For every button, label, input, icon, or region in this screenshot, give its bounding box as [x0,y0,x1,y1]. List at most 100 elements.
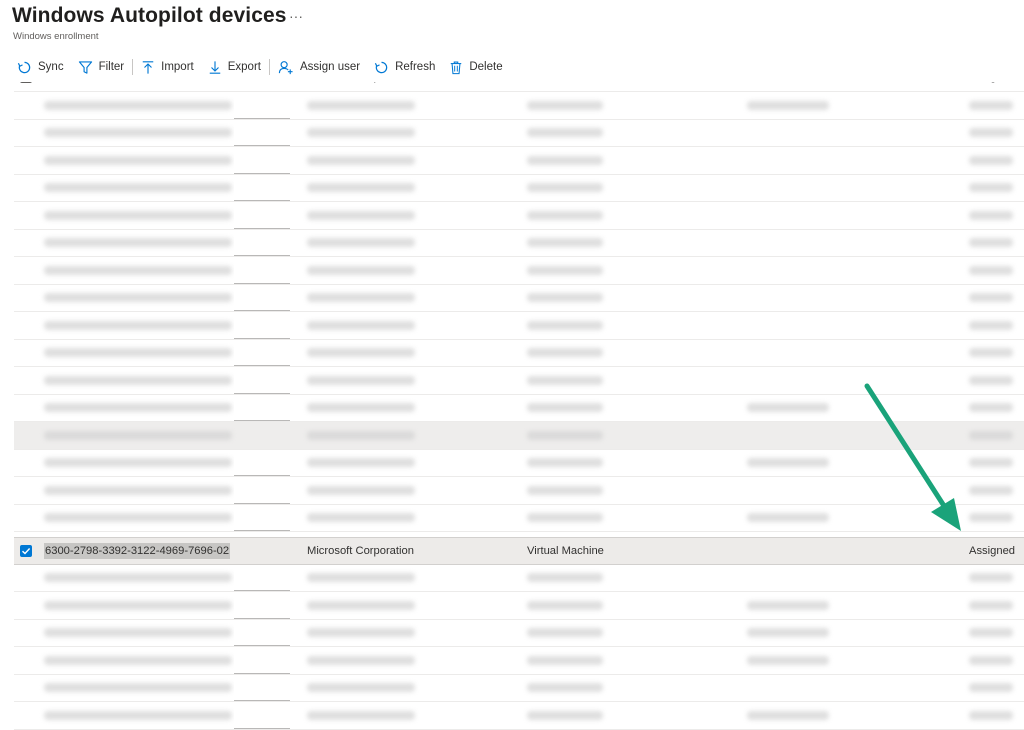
import-button[interactable]: Import [141,58,194,76]
table-row[interactable] [14,422,1024,450]
model [527,675,727,702]
inline-edit-field[interactable] [234,564,290,591]
filter-label: Filter [98,61,125,73]
manufacturer [307,147,507,174]
model [527,592,727,619]
inline-edit-field[interactable] [234,592,290,619]
manufacturer [307,505,507,532]
table-row[interactable] [14,394,1024,422]
table-row[interactable] [14,119,1024,147]
group-tag [747,592,947,619]
table-row[interactable] [14,619,1024,647]
row-checkbox-checked[interactable] [20,545,32,557]
table-row[interactable] [14,229,1024,257]
sync-label: Sync [38,61,64,73]
inline-edit-field[interactable] [234,504,290,531]
model [527,647,727,674]
table-row[interactable] [14,674,1024,702]
inline-edit-field[interactable] [234,394,290,421]
inline-edit-field[interactable] [234,147,290,174]
serial-number [44,257,234,284]
export-button[interactable]: Export [208,58,261,76]
model: Virtual Machine [527,82,727,91]
group-tag [747,92,947,119]
redacted-value [527,458,603,468]
inline-edit-field[interactable] [234,257,290,284]
manufacturer [307,592,507,619]
devices-grid: 1300-2439-4691-4777-0223-0902-99 Microso… [14,82,1024,730]
group-tag [747,505,947,532]
inline-edit-field[interactable] [234,229,290,256]
inline-edit-field[interactable] [234,449,290,476]
table-row[interactable] [14,504,1024,532]
table-row-partial[interactable]: 1300-2439-4691-4777-0223-0902-99 Microso… [14,82,1024,92]
table-row[interactable] [14,564,1024,592]
table-row[interactable] [14,257,1024,285]
assign-user-icon [278,60,293,74]
delete-button[interactable]: Delete [449,58,503,76]
redacted-value [307,320,415,330]
inline-edit-field[interactable] [234,367,290,394]
row-checkbox[interactable] [20,82,32,83]
model [527,395,727,422]
model [527,620,727,647]
refresh-button[interactable]: Refresh [374,58,435,76]
table-row[interactable] [14,147,1024,175]
table-row-selected[interactable]: 6300-2798-3392-3122-4969-7696-02 Microso… [14,537,1024,565]
serial-number: 1300-2439-4691-4777-0223-0902-99 [44,82,234,91]
redacted-value [44,485,232,495]
table-row[interactable] [14,312,1024,340]
table-row[interactable] [14,702,1024,730]
redacted-value [969,320,1013,330]
table-row[interactable] [14,367,1024,395]
redacted-value [44,403,232,413]
redacted-value [307,683,415,693]
serial-number [44,147,234,174]
redacted-value [307,628,415,638]
table-row[interactable] [14,477,1024,505]
table-row[interactable] [14,339,1024,367]
export-label: Export [227,61,261,73]
redacted-value [44,573,232,583]
table-row[interactable] [14,592,1024,620]
inline-edit-field[interactable] [234,647,290,674]
profile-status [969,367,1024,394]
redacted-value [527,238,603,248]
table-row[interactable] [14,449,1024,477]
more-options-button[interactable]: ··· [289,8,303,24]
profile-status [969,312,1024,339]
serial-number [44,702,234,729]
table-row[interactable] [14,174,1024,202]
table-row[interactable] [14,202,1024,230]
inline-edit-field[interactable] [234,174,290,201]
redacted-value [307,573,415,583]
inline-edit-field[interactable] [234,702,290,729]
inline-edit-field[interactable] [234,119,290,146]
inline-edit-field[interactable] [234,477,290,504]
inline-edit-field[interactable] [234,202,290,229]
table-row[interactable] [14,92,1024,120]
redacted-value [307,485,415,495]
profile-status [969,565,1024,592]
inline-edit-field[interactable] [234,284,290,311]
table-row[interactable] [14,647,1024,675]
redacted-value [969,293,1013,303]
manufacturer [307,230,507,257]
filter-button[interactable]: Filter [78,58,125,76]
redacted-value [527,348,603,358]
redacted-value [969,628,1013,638]
assign-user-button[interactable]: Assign user [278,58,360,76]
inline-edit-field[interactable] [234,619,290,646]
redacted-value [44,155,232,165]
sync-button[interactable]: Sync [17,58,64,76]
inline-edit-field[interactable] [234,674,290,701]
redacted-value [747,403,829,413]
redacted-value [969,375,1013,385]
model [527,367,727,394]
table-row[interactable] [14,284,1024,312]
model [527,92,727,119]
redacted-value [527,403,603,413]
inline-edit-field[interactable] [234,312,290,339]
inline-edit-field[interactable] [234,339,290,366]
inline-edit-field[interactable] [234,92,290,119]
